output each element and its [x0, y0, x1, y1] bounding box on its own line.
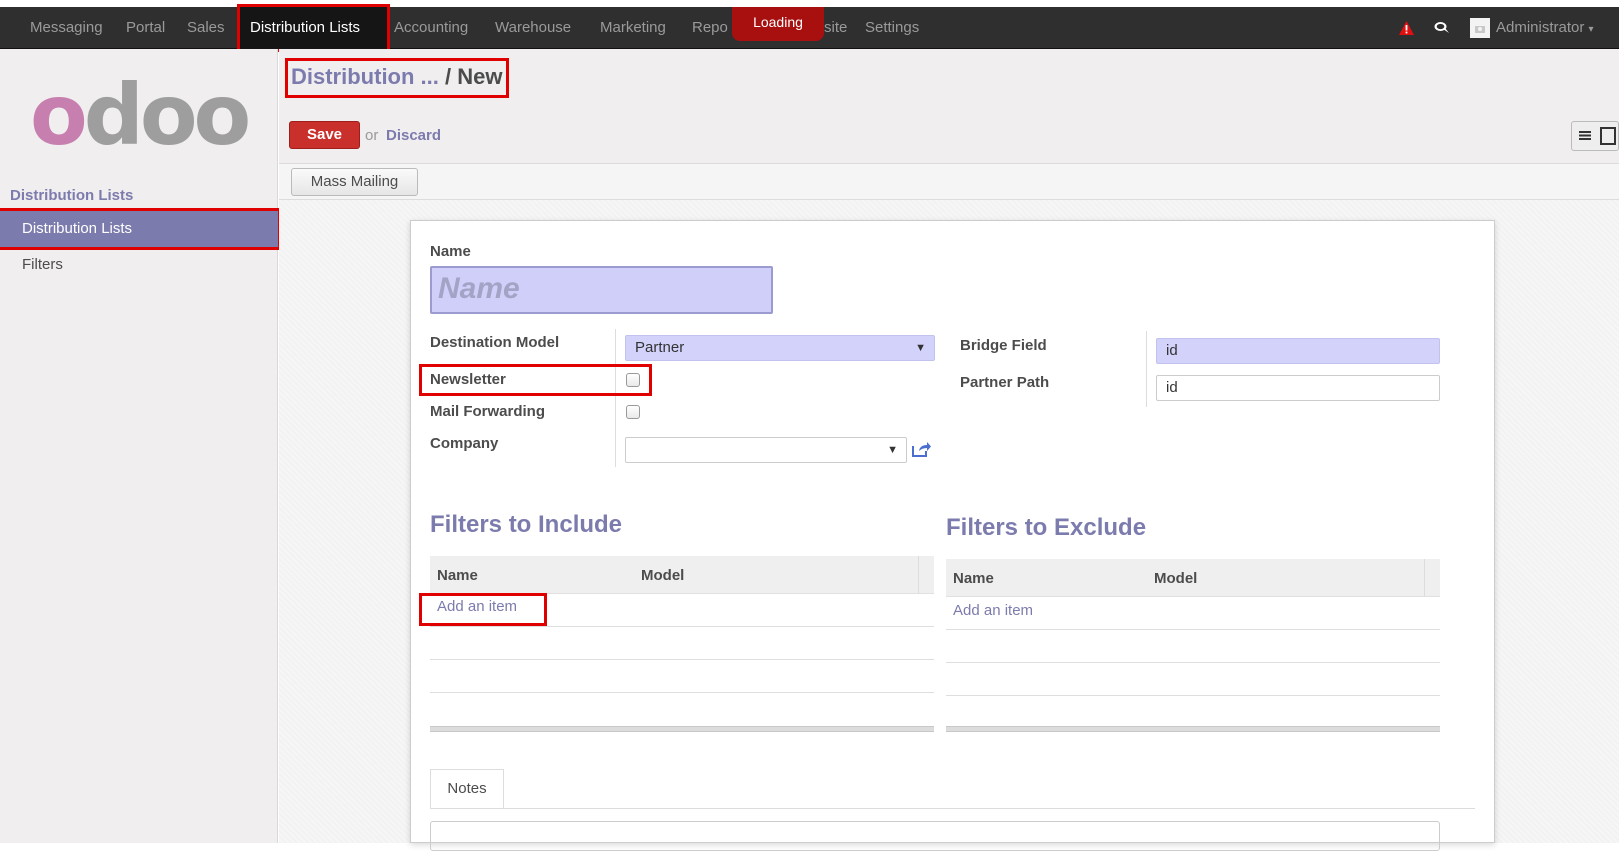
user-name: Administrator — [1496, 19, 1585, 36]
partner-path-label: Partner Path — [960, 374, 1050, 391]
partner-path-input[interactable]: id — [1156, 375, 1440, 401]
column-header-model[interactable]: Model — [1154, 570, 1197, 587]
company-select[interactable]: ▼ — [625, 437, 907, 463]
newsletter-checkbox[interactable] — [626, 373, 640, 387]
divider — [1146, 331, 1147, 407]
name-input[interactable]: Name — [430, 266, 773, 314]
newsletter-label: Newsletter — [419, 364, 652, 396]
caret-down-icon: ▼ — [915, 342, 926, 354]
warning-icon[interactable] — [1398, 7, 1415, 49]
add-item-include-link[interactable]: Add an item — [419, 593, 547, 626]
external-link-icon[interactable] — [911, 440, 931, 461]
menu-marketing[interactable]: Marketing — [600, 7, 666, 49]
filters-include-header: Name Model — [430, 556, 934, 594]
table-row: Add an item — [419, 593, 934, 627]
odoo-logo[interactable]: odoo — [30, 73, 251, 157]
mass-mailing-button[interactable]: Mass Mailing — [291, 168, 418, 196]
filters-exclude-header: Name Model — [946, 559, 1440, 597]
notes-field[interactable] — [430, 821, 1440, 851]
column-divider — [1424, 559, 1425, 597]
breadcrumb-current: New — [457, 64, 503, 89]
add-item-exclude-link[interactable]: Add an item — [953, 602, 1033, 619]
menu-settings[interactable]: Settings — [865, 7, 919, 49]
sidebar-section-title: Distribution Lists — [10, 187, 134, 204]
menu-sales[interactable]: Sales — [187, 7, 225, 49]
save-button[interactable]: Save — [289, 121, 360, 149]
table-row — [946, 630, 1440, 663]
sidebar: odoo Distribution Lists Distribution Lis… — [0, 49, 281, 843]
tab-notes[interactable]: Notes — [430, 769, 504, 809]
view-switcher — [1571, 121, 1619, 151]
chat-icon[interactable] — [1434, 7, 1450, 49]
form-statusbar: Mass Mailing — [279, 164, 1619, 200]
chevron-down-icon: ▾ — [1588, 24, 1594, 35]
destination-model-label: Destination Model — [430, 334, 560, 351]
table-row — [430, 660, 934, 693]
menu-portal[interactable]: Portal — [126, 7, 165, 49]
avatar[interactable] — [1470, 7, 1490, 49]
destination-model-select[interactable]: Partner ▼ — [625, 335, 935, 361]
bridge-field-label: Bridge Field — [960, 337, 1047, 354]
column-header-name[interactable]: Name — [953, 570, 994, 587]
column-divider — [918, 556, 919, 594]
table-footer — [946, 726, 1440, 732]
form-view-area: Name Name Destination Model Partner ▼ Ne… — [279, 200, 1619, 851]
table-row — [946, 663, 1440, 696]
user-menu[interactable]: Administrator ▾ — [1496, 7, 1594, 49]
column-header-name[interactable]: Name — [437, 567, 478, 584]
company-label: Company — [430, 435, 499, 452]
caret-down-icon: ▼ — [887, 444, 898, 456]
name-label: Name — [430, 243, 471, 260]
sidebar-item-filters[interactable]: Filters — [0, 247, 278, 283]
table-row: Add an item — [946, 597, 1440, 630]
menu-reporting[interactable]: Repo — [692, 7, 728, 49]
menu-accounting[interactable]: Accounting — [394, 7, 468, 49]
form-sheet: Name Name Destination Model Partner ▼ Ne… — [410, 220, 1495, 851]
or-label: or — [365, 127, 379, 144]
sidebar-item-distribution-lists[interactable]: Distribution Lists — [0, 208, 281, 250]
loading-indicator: Loading — [732, 7, 824, 41]
menu-website[interactable]: site — [824, 7, 847, 49]
breadcrumb-parent[interactable]: Distribution ... — [291, 64, 439, 89]
table-row — [430, 627, 934, 660]
breadcrumb: Distribution ... / New — [285, 58, 509, 98]
mail-forwarding-label: Mail Forwarding — [430, 403, 546, 420]
menu-messaging[interactable]: Messaging — [30, 7, 103, 49]
table-footer — [430, 726, 934, 732]
filters-include-title: Filters to Include — [430, 511, 623, 538]
mail-forwarding-checkbox[interactable] — [626, 405, 640, 419]
menu-distribution-lists[interactable]: Distribution Lists — [237, 4, 390, 52]
filters-exclude-title: Filters to Exclude — [946, 514, 1147, 541]
bridge-field-input[interactable]: id — [1156, 338, 1440, 364]
column-header-model[interactable]: Model — [641, 567, 684, 584]
divider — [615, 329, 616, 467]
list-view-icon[interactable] — [1578, 128, 1592, 145]
destination-model-value: Partner — [635, 339, 685, 356]
control-panel: Distribution ... / New Save or Discard — [279, 49, 1619, 164]
tab-divider — [430, 808, 1475, 809]
breadcrumb-separator: / — [445, 64, 452, 89]
menu-warehouse[interactable]: Warehouse — [495, 7, 571, 49]
discard-button[interactable]: Discard — [386, 127, 441, 144]
form-view-icon[interactable] — [1600, 127, 1616, 148]
